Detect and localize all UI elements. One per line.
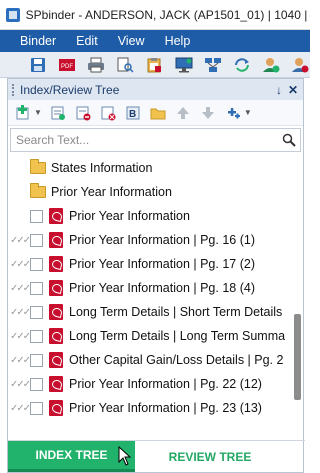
- tree-row-label: States Information: [51, 161, 153, 175]
- review-ticks-icon: ✓✓✓: [10, 354, 31, 366]
- close-icon[interactable]: ✕: [286, 83, 300, 97]
- save-icon[interactable]: [28, 55, 48, 75]
- properties-icon[interactable]: B: [124, 104, 142, 122]
- folder-icon: [30, 159, 46, 174]
- search-icon[interactable]: [278, 130, 300, 150]
- pdf-icon: [49, 280, 63, 296]
- tree-row-label: Prior Year Information | Pg. 23 (13): [69, 401, 262, 415]
- review-ticks-icon: ✓✓✓: [10, 330, 31, 342]
- panel-title: Index/Review Tree: [20, 82, 120, 97]
- main-toolbar: PDF: [0, 52, 310, 78]
- delete-icon[interactable]: [99, 104, 117, 122]
- pdf-icon: [49, 376, 63, 392]
- tree-row[interactable]: ✓✓✓ Long Term Details | Long Term Summa: [8, 324, 296, 348]
- review-ticks-icon: ✓✓✓: [10, 402, 31, 414]
- row-checkbox[interactable]: [30, 305, 43, 319]
- pdf-icon: [49, 400, 63, 416]
- remove-icon[interactable]: [74, 104, 92, 122]
- tree-row-label: Other Capital Gain/Loss Details | Pg. 2: [69, 353, 284, 367]
- window-title: SPbinder - ANDERSON, JACK (AP1501_01) | …: [25, 7, 310, 22]
- tab-index-tree[interactable]: INDEX TREE: [8, 441, 135, 472]
- index-tree: States Information Prior Year Information…: [8, 156, 296, 430]
- caret-down-icon[interactable]: ▼: [34, 108, 42, 117]
- user-add-icon[interactable]: [261, 55, 281, 75]
- review-ticks-icon: ✓✓✓: [10, 378, 31, 390]
- pdf-icon: [49, 256, 63, 272]
- down-arrow-icon[interactable]: [199, 104, 217, 122]
- app-icon: [6, 7, 20, 22]
- search-input[interactable]: Search Text...: [10, 128, 301, 152]
- tree-row[interactable]: ✓✓✓ Prior Year Information | Pg. 17 (2): [8, 252, 296, 276]
- pdf-export-icon[interactable]: PDF: [57, 55, 77, 75]
- tree-row-label: Prior Year Information: [51, 185, 172, 199]
- row-checkbox[interactable]: [30, 209, 43, 223]
- tree-row[interactable]: ✓✓✓ Other Capital Gain/Loss Details | Pg.…: [8, 348, 296, 372]
- review-ticks-icon: ✓✓✓: [10, 282, 31, 294]
- review-ticks-icon: ✓✓✓: [10, 306, 31, 318]
- mouse-cursor-icon: [118, 446, 132, 466]
- svg-text:PDF: PDF: [61, 64, 73, 70]
- review-ticks-icon: ✓✓✓: [10, 258, 31, 270]
- panel-header: Index/Review Tree ↓ ✕: [8, 78, 303, 100]
- network-icon[interactable]: [203, 55, 223, 75]
- pdf-icon: [49, 232, 63, 248]
- row-checkbox[interactable]: [30, 401, 43, 415]
- tree-scrollbar[interactable]: [294, 314, 301, 400]
- add-child-icon[interactable]: [49, 104, 67, 122]
- tree-row[interactable]: ✓✓✓ Prior Year Information | Pg. 18 (4): [8, 276, 296, 300]
- tree-row[interactable]: ✓✓✓ Long Term Details | Short Term Detail…: [8, 300, 296, 324]
- row-checkbox[interactable]: [30, 377, 43, 391]
- tree-row[interactable]: ✓✓✓ Prior Year Information | Pg. 16 (1): [8, 228, 296, 252]
- tab-review-tree[interactable]: REVIEW TREE: [135, 441, 285, 472]
- index-review-panel: Index/Review Tree ↓ ✕ ▼ B ▼ Search Text.…: [7, 78, 305, 473]
- row-checkbox[interactable]: [30, 353, 43, 367]
- caret-down-icon[interactable]: ▼: [244, 108, 252, 117]
- svg-text:B: B: [129, 109, 136, 120]
- tree-row-label: Long Term Details | Short Term Details: [69, 305, 283, 319]
- menu-bar: Binder Edit View Help: [0, 30, 310, 52]
- add-icon[interactable]: [14, 104, 32, 122]
- row-checkbox[interactable]: [30, 257, 43, 271]
- clipboard-icon[interactable]: [144, 55, 164, 75]
- drag-handle[interactable]: [12, 83, 16, 96]
- expand-icon[interactable]: [224, 104, 242, 122]
- pdf-icon: [49, 304, 63, 320]
- tree-row[interactable]: Prior Year Information: [8, 180, 296, 204]
- folder-icon[interactable]: [149, 104, 167, 122]
- menu-help[interactable]: Help: [155, 34, 201, 48]
- monitor-icon[interactable]: [173, 55, 193, 75]
- panel-toolbar: ▼ B ▼: [8, 100, 303, 126]
- tree-row[interactable]: States Information: [8, 156, 296, 180]
- user-remove-icon[interactable]: [290, 55, 310, 75]
- search-placeholder: Search Text...: [16, 133, 90, 147]
- pdf-icon: [49, 328, 63, 344]
- tree-row-label: Long Term Details | Long Term Summa: [69, 329, 286, 343]
- menu-edit[interactable]: Edit: [66, 34, 108, 48]
- folder-icon: [30, 183, 46, 198]
- row-checkbox[interactable]: [30, 281, 43, 295]
- pin-icon[interactable]: ↓: [272, 83, 286, 97]
- tree-row-label: Prior Year Information: [69, 209, 190, 223]
- menu-view[interactable]: View: [108, 34, 155, 48]
- up-arrow-icon[interactable]: [174, 104, 192, 122]
- row-checkbox[interactable]: [30, 329, 43, 343]
- menu-binder[interactable]: Binder: [0, 34, 66, 48]
- row-checkbox[interactable]: [30, 233, 43, 247]
- print-icon[interactable]: [86, 55, 106, 75]
- tree-row-label: Prior Year Information | Pg. 22 (12): [69, 377, 262, 391]
- tree-row-label: Prior Year Information | Pg. 17 (2): [69, 257, 255, 271]
- tree-row[interactable]: ✓✓✓ Prior Year Information | Pg. 22 (12): [8, 372, 296, 396]
- tree-tabs: INDEX TREE REVIEW TREE: [8, 440, 305, 472]
- tree-row[interactable]: Prior Year Information: [8, 204, 296, 228]
- tree-row-label: Prior Year Information | Pg. 16 (1): [69, 233, 255, 247]
- review-ticks-icon: ✓✓✓: [10, 234, 31, 246]
- tree-row[interactable]: ✓✓✓ Prior Year Information | Pg. 23 (13): [8, 396, 296, 420]
- pdf-icon: [49, 352, 63, 368]
- title-bar: SPbinder - ANDERSON, JACK (AP1501_01) | …: [0, 0, 310, 30]
- sync-icon[interactable]: [232, 55, 252, 75]
- tree-row-label: Prior Year Information | Pg. 18 (4): [69, 281, 255, 295]
- pdf-icon: [49, 208, 63, 224]
- print-preview-icon[interactable]: [115, 55, 135, 75]
